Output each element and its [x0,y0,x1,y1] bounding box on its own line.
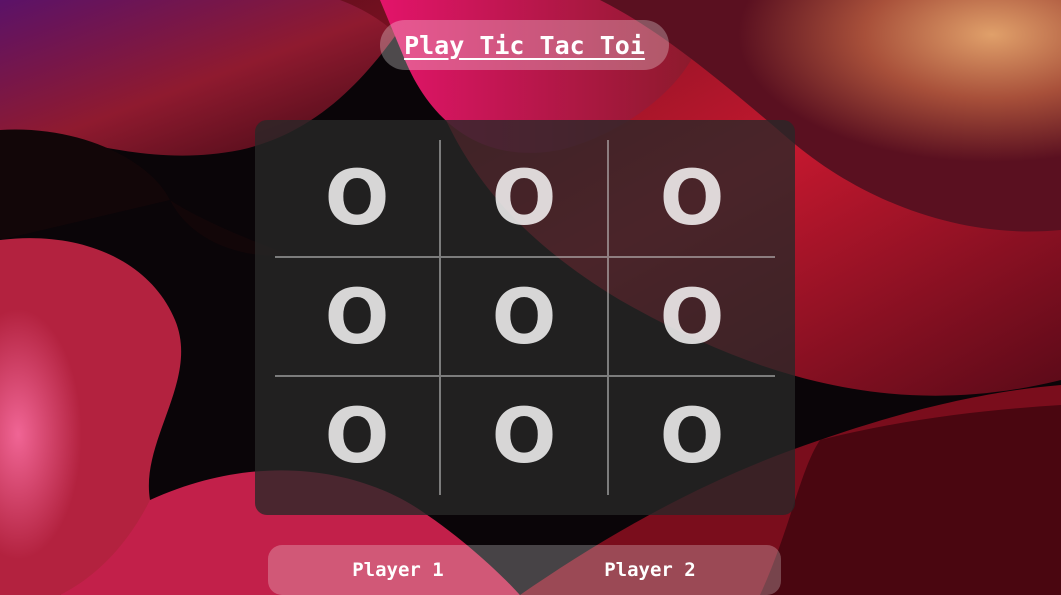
player-2-button[interactable]: Player 2 [590,545,710,595]
cell-mark: O [491,391,557,480]
board-cell-3[interactable]: O [609,140,775,258]
cell-mark: O [659,391,725,480]
cell-mark: O [324,271,390,361]
cell-mark: O [659,153,725,242]
board-cell-7[interactable]: O [275,377,441,495]
cell-mark: O [659,271,725,361]
board-cell-1[interactable]: O [275,140,441,258]
cell-mark: O [491,271,557,361]
board-cell-6[interactable]: O [609,258,775,377]
player-1-button[interactable]: Player 1 [338,545,458,595]
board-cell-5[interactable]: O [441,258,609,377]
board-cell-4[interactable]: O [275,258,441,377]
play-title-link[interactable]: Play Tic Tac Toi [404,31,645,60]
board-cell-9[interactable]: O [609,377,775,495]
cell-mark: O [324,153,390,242]
cell-mark: O [491,153,557,242]
board-cell-8[interactable]: O [441,377,609,495]
players-bar: Player 1 Player 2 [268,545,781,595]
cell-mark: O [324,391,390,480]
title-pill: Play Tic Tac Toi [380,20,669,70]
game-page: Play Tic Tac Toi O O O O O O O O O Playe… [0,0,1061,595]
tic-tac-toe-board: O O O O O O O O O [275,140,775,495]
board-cell-2[interactable]: O [441,140,609,258]
